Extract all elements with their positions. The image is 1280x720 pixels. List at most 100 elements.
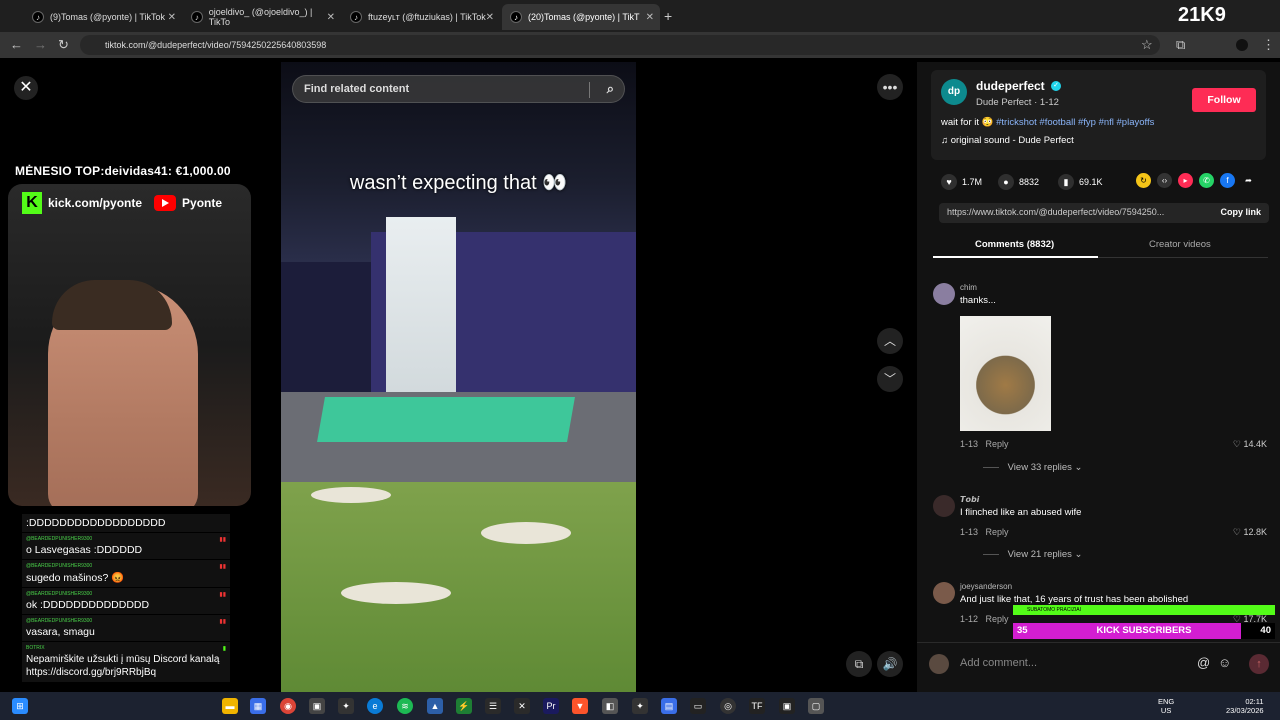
youtube-icon xyxy=(154,195,177,211)
forward-icon[interactable]: → xyxy=(34,37,47,52)
keyboard-language[interactable]: ENG US xyxy=(1158,697,1174,715)
system-clock[interactable]: 02:11 23/03/2026 xyxy=(1226,697,1264,715)
author-name[interactable]: dudeperfect xyxy=(976,79,1045,93)
comment-like-button[interactable]: ♡ 12.8K xyxy=(1233,527,1267,538)
view-replies-button[interactable]: View 33 replies ⌄ xyxy=(983,462,1083,473)
app-icon[interactable]: ▢ xyxy=(808,698,824,714)
browser-tab[interactable]: ♪ ojoeldivo_ (@ojoeldivo_) | TikTo ✕ xyxy=(183,4,341,30)
app-icon[interactable]: ▣ xyxy=(779,698,795,714)
comment-input[interactable]: Add comment... xyxy=(960,657,1037,669)
file-explorer-icon[interactable]: ▬ xyxy=(222,698,238,714)
url-field[interactable]: tiktok.com/@dudeperfect/video/7594250225… xyxy=(80,35,1160,55)
chrome-icon[interactable]: ◉ xyxy=(280,698,296,714)
app-icon[interactable]: ✕ xyxy=(514,698,530,714)
video-caption: wasn’t expecting that 👀 xyxy=(349,172,568,194)
music-note-icon: ♫ xyxy=(941,135,951,146)
app-icon[interactable]: ◧ xyxy=(602,698,618,714)
close-tab-icon[interactable]: ✕ xyxy=(168,12,176,23)
start-icon[interactable]: ⊞ xyxy=(12,698,28,714)
follow-button[interactable]: Follow xyxy=(1192,88,1256,112)
spotify-icon[interactable]: ≋ xyxy=(397,698,413,714)
reply-button[interactable]: Reply xyxy=(986,439,1009,449)
copy-link-button[interactable]: Copy link xyxy=(1220,207,1261,217)
extensions-icon[interactable]: ⧉ xyxy=(1176,37,1185,53)
app-icon[interactable]: ▦ xyxy=(250,698,266,714)
chat-message: @BEARDEDPUNISHER9300 ▮▮ o Lasvegasas :DD… xyxy=(22,533,230,559)
terminal-icon[interactable]: ▭ xyxy=(690,698,706,714)
heart-icon: ♥ xyxy=(941,174,957,190)
app-icon[interactable]: TF xyxy=(749,698,765,714)
facebook-icon[interactable]: f xyxy=(1220,173,1235,188)
reload-icon[interactable]: ↻ xyxy=(58,37,69,53)
app-icon[interactable]: ✦ xyxy=(632,698,648,714)
link-field[interactable]: https://www.tiktok.com/@dudeperfect/vide… xyxy=(939,203,1269,223)
comment-image[interactable] xyxy=(960,316,1051,431)
volume-icon[interactable]: 🔊 xyxy=(877,651,903,677)
embed-icon[interactable]: ‹› xyxy=(1157,173,1172,188)
obs-icon[interactable]: ◎ xyxy=(720,698,736,714)
view-replies-button[interactable]: View 21 replies ⌄ xyxy=(983,549,1083,560)
save-button[interactable]: ▮ 69.1K xyxy=(1058,174,1103,190)
app-icon[interactable]: ⚡ xyxy=(456,698,472,714)
like-button[interactable]: ♥ 1.7M xyxy=(941,174,982,190)
tab-creator-videos[interactable]: Creator videos xyxy=(1149,239,1211,250)
close-tab-icon[interactable]: ✕ xyxy=(486,12,494,23)
premiere-icon[interactable]: Pr xyxy=(543,698,559,714)
reply-button[interactable]: Reply xyxy=(986,527,1009,537)
close-video-button[interactable]: ✕ xyxy=(14,76,38,100)
browser-tab-active[interactable]: ♪ (20)Tomas (@pyonte) | TikT ✕ xyxy=(502,4,660,30)
related-search-input[interactable]: Find related content ⌕ xyxy=(292,75,625,103)
url-text: tiktok.com/@dudeperfect/video/7594250225… xyxy=(105,40,327,50)
more-options-icon[interactable]: ••• xyxy=(877,74,903,100)
new-tab-button[interactable]: + xyxy=(664,8,672,24)
mention-icon[interactable]: @ xyxy=(1197,655,1210,670)
post-comment-button[interactable]: ↑ xyxy=(1249,654,1269,674)
share-arrow-icon[interactable]: ➦ xyxy=(1241,173,1256,188)
send-icon[interactable]: ▸ xyxy=(1178,173,1193,188)
previous-video-icon[interactable]: ︿ xyxy=(877,328,903,354)
repost-icon[interactable]: ↻ xyxy=(1136,173,1151,188)
comment-avatar[interactable] xyxy=(933,283,955,305)
browser-tab[interactable]: ♪ (9)Tomas (@pyonte) | TikTok ✕ xyxy=(24,4,182,30)
search-icon[interactable]: ⌕ xyxy=(607,81,614,97)
comment-button[interactable]: ● 8832 xyxy=(998,174,1039,190)
comment-user[interactable]: 𝙏𝙤𝙗𝙞 xyxy=(960,495,979,504)
emoji-icon[interactable]: ☺ xyxy=(1218,655,1231,670)
comment-user[interactable]: joeysanderson xyxy=(960,582,1012,591)
streamer-hair xyxy=(52,280,172,330)
author-avatar[interactable]: dp xyxy=(941,79,967,105)
whatsapp-icon[interactable]: ✆ xyxy=(1199,173,1214,188)
photos-icon[interactable]: ▲ xyxy=(427,698,443,714)
edge-icon[interactable]: e xyxy=(367,698,383,714)
reply-button[interactable]: Reply xyxy=(986,614,1009,624)
comment-text: thanks... xyxy=(960,295,996,306)
comment-icon: ● xyxy=(998,174,1014,190)
tab-title: (20)Tomas (@pyonte) | TikT xyxy=(528,12,640,22)
brave-icon[interactable]: ▼ xyxy=(572,698,588,714)
comment-text: I flinched like an abused wife xyxy=(960,507,1082,518)
chat-message: @BEARDEDPUNISHER9300 ▮▮ vasara, smagu xyxy=(22,615,230,641)
browser-tab[interactable]: ♪ ftuzeyʟᴛ (@ftuziukas) | TikTok ✕ xyxy=(342,4,500,30)
profile-avatar[interactable] xyxy=(1236,39,1248,51)
app-icon[interactable]: ✦ xyxy=(338,698,354,714)
hashtags[interactable]: #trickshot #football #fyp #nfl #playoffs xyxy=(996,117,1154,128)
address-bar: ← → ↻ tiktok.com/@dudeperfect/video/7594… xyxy=(0,32,1280,58)
next-video-icon[interactable]: ﹀ xyxy=(877,366,903,392)
comment-user[interactable]: chim xyxy=(960,283,977,292)
close-tab-icon[interactable]: ✕ xyxy=(327,12,335,23)
comment-like-button[interactable]: ♡ 14.4K xyxy=(1233,439,1267,450)
comment-avatar[interactable] xyxy=(933,582,955,604)
pip-icon[interactable]: ⧉ xyxy=(846,651,872,677)
app-icon[interactable]: ☰ xyxy=(485,698,501,714)
sound-info[interactable]: ♫ original sound - Dude Perfect xyxy=(941,135,1074,146)
video-player[interactable]: wasn’t expecting that 👀 Find related con… xyxy=(281,62,636,692)
comment-avatar[interactable] xyxy=(933,495,955,517)
back-icon[interactable]: ← xyxy=(10,37,23,52)
tab-comments[interactable]: Comments (8832) xyxy=(975,239,1054,250)
app-icon[interactable]: ▣ xyxy=(309,698,325,714)
bookmark-star-icon[interactable]: ☆ xyxy=(1141,37,1153,53)
close-tab-icon[interactable]: ✕ xyxy=(646,12,654,23)
notes-icon[interactable]: ▤ xyxy=(661,698,677,714)
comment-item: 𝙏𝙤𝙗𝙞 I flinched like an abused wife 1-13… xyxy=(933,495,1273,575)
menu-dots-icon[interactable]: ⋮ xyxy=(1262,37,1275,53)
